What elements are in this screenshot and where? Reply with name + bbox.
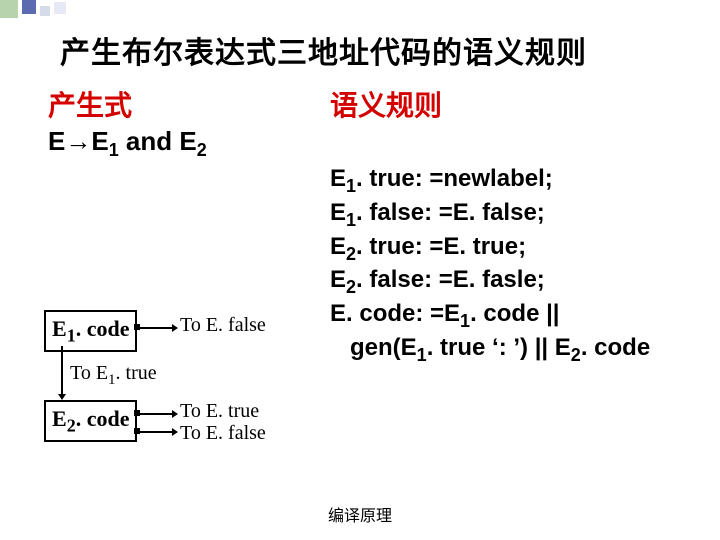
semantic-rules: E1. true: =newlabel; E1. false: =E. fals… (330, 164, 710, 367)
label-to-e-false-2: To E. false (180, 422, 266, 445)
box-e1-code: E1. code (44, 310, 137, 352)
sem-line-1: E1. true: =newlabel; (330, 164, 710, 198)
prod-sub1: 1 (109, 140, 119, 160)
slide: 产生布尔表达式三地址代码的语义规则 产生式 语义规则 E→E1 and E2 E… (0, 0, 720, 540)
slide-title: 产生布尔表达式三地址代码的语义规则 (60, 28, 587, 72)
column-header-production: 产生式 (48, 84, 132, 124)
sem-line-5: E. code: =E1. code || (330, 299, 710, 333)
arrow-e1-false (138, 326, 178, 330)
arrow-e2-false (138, 430, 178, 434)
column-header-semantics: 语义规则 (330, 84, 442, 124)
arrow-e2-true (138, 412, 178, 416)
footer-text: 编译原理 (0, 502, 720, 526)
sem-line-2: E1. false: =E. false; (330, 198, 710, 232)
code-flow-diagram: E1. code E2. code To E. false To E1. tru… (44, 310, 304, 490)
production-rule: E→E1 and E2 (48, 126, 207, 161)
sem-line-4: E2. false: =E. fasle; (330, 265, 710, 299)
label-to-e-false-1: To E. false (180, 314, 266, 337)
sem-line-6: gen(E1. true ‘: ’) || E2. code (330, 333, 710, 367)
corner-decoration (0, 0, 720, 26)
box-e2-code: E2. code (44, 400, 137, 442)
label-to-e1-true: To E1. true (70, 362, 157, 389)
label-to-e-true: To E. true (180, 400, 259, 423)
prod-text: E→E (48, 126, 109, 156)
arrow-e1-true-down (60, 346, 64, 400)
prod-mid: and E (119, 126, 197, 156)
prod-sub2: 2 (197, 140, 207, 160)
sem-line-3: E2. true: =E. true; (330, 232, 710, 266)
